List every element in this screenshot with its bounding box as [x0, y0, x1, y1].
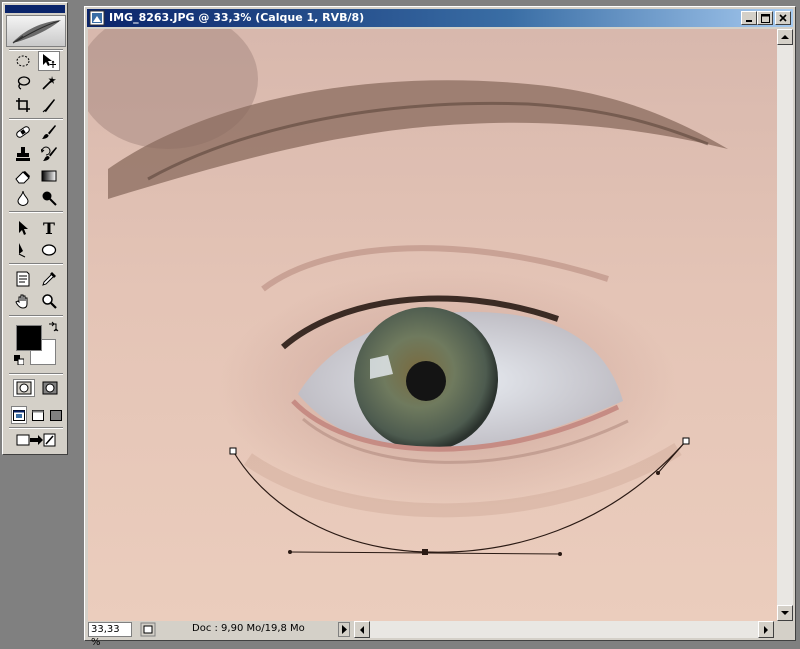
toolbox-separator: [9, 427, 63, 429]
eraser-tool[interactable]: [12, 166, 34, 186]
full-screen-menu-button[interactable]: [30, 406, 46, 424]
minimize-icon: [746, 20, 752, 22]
bandage-icon: [16, 126, 30, 138]
full-screen-menu-icon: [32, 409, 44, 421]
type-icon: T: [43, 218, 55, 238]
toolbox-separator: [9, 211, 63, 213]
crop-icon: [16, 98, 30, 112]
toolbox-titlebar[interactable]: [5, 5, 65, 13]
arrow-icon: [19, 221, 28, 235]
toolbox-separator: [9, 263, 63, 265]
scroll-down-icon: [781, 611, 789, 615]
hand-icon: [15, 294, 28, 309]
dodge-tool[interactable]: [38, 188, 60, 208]
eyedropper-tool[interactable]: [38, 269, 60, 289]
toolbox-separator: [9, 315, 63, 317]
document-window: IMG_8263.JPG @ 33,3% (Calque 1, RVB/8) 3…: [84, 6, 796, 648]
scroll-left-button[interactable]: [354, 621, 370, 638]
pen-icon: [18, 243, 26, 258]
gradient-icon: [41, 170, 57, 182]
maximize-button[interactable]: [757, 11, 773, 25]
lasso-tool[interactable]: [12, 73, 34, 93]
quick-mask-button[interactable]: [39, 379, 61, 397]
hand-tool[interactable]: [12, 291, 34, 311]
healing-tool[interactable]: [12, 122, 34, 142]
status-bar: 33,33 % Doc : 9,90 Mo/19,8 Mo: [88, 621, 776, 648]
notes-tool[interactable]: [12, 269, 34, 289]
vertical-scrollbar[interactable]: [777, 29, 793, 621]
blur-tool[interactable]: [12, 188, 34, 208]
slice-tool[interactable]: [38, 95, 60, 115]
dodge-icon: [42, 191, 57, 206]
document-titlebar[interactable]: IMG_8263.JPG @ 33,3% (Calque 1, RVB/8): [87, 9, 793, 27]
image-canvas[interactable]: [88, 29, 778, 621]
jump-to-imageready-icon: [16, 433, 56, 447]
zoom-tool[interactable]: [38, 291, 60, 311]
swap-colors-icon[interactable]: [47, 321, 59, 333]
quick-mask-icon: [42, 381, 58, 395]
pen-tool[interactable]: [12, 240, 34, 260]
eraser-icon: [15, 171, 30, 184]
lasso-icon: [17, 76, 31, 90]
full-screen-icon: [50, 409, 62, 421]
close-button[interactable]: [775, 11, 791, 25]
shape-tool[interactable]: [38, 240, 60, 260]
type-tool[interactable]: T: [38, 218, 60, 238]
ellipse-marquee-icon: [16, 55, 30, 67]
scroll-up-icon: [781, 35, 789, 39]
move-icon: [43, 54, 56, 68]
toolbox-separator: [9, 118, 63, 120]
standard-screen-icon: [13, 409, 25, 421]
marquee-tool[interactable]: [12, 51, 34, 71]
toolbox-separator: [9, 373, 63, 375]
standard-mode-button[interactable]: [13, 379, 35, 397]
minimize-button[interactable]: [741, 11, 757, 25]
foreground-color-swatch[interactable]: [16, 325, 42, 351]
crop-tool[interactable]: [12, 95, 34, 115]
magic-wand-icon: [42, 76, 56, 90]
scroll-right-icon: [764, 625, 768, 634]
scroll-left-icon: [360, 625, 364, 634]
document-title: IMG_8263.JPG @ 33,3% (Calque 1, RVB/8): [109, 11, 365, 24]
brush-icon: [42, 125, 56, 139]
eye-photo: [88, 29, 778, 621]
move-tool[interactable]: [38, 51, 60, 71]
zoom-level-field[interactable]: 33,33 %: [88, 622, 132, 648]
ellipse-shape-icon: [41, 244, 57, 256]
standard-screen-button[interactable]: [11, 406, 27, 424]
stamp-icon: [16, 147, 30, 161]
path-selection-tool[interactable]: [12, 218, 34, 238]
default-colors-icon[interactable]: [14, 355, 24, 365]
toolbox-palette: T: [2, 2, 68, 455]
scroll-up-button[interactable]: [777, 29, 793, 45]
document-status-icon[interactable]: [140, 622, 156, 637]
full-screen-button[interactable]: [48, 406, 64, 424]
jump-to-imageready-button[interactable]: [13, 431, 59, 449]
brush-tool[interactable]: [38, 122, 60, 142]
close-icon: [779, 14, 787, 22]
history-brush-tool[interactable]: [38, 144, 60, 164]
scroll-down-button[interactable]: [777, 605, 793, 621]
magic-wand-tool[interactable]: [38, 73, 60, 93]
status-menu-arrow-icon[interactable]: [338, 622, 350, 637]
magnifier-icon: [42, 294, 57, 309]
slice-icon: [42, 99, 55, 113]
eyedropper-icon: [42, 272, 56, 286]
history-brush-icon: [41, 146, 57, 161]
drop-icon: [17, 190, 29, 206]
note-icon: [16, 271, 30, 287]
resize-corner[interactable]: [777, 621, 793, 638]
standard-mode-icon: [16, 381, 32, 395]
maximize-icon: [760, 13, 770, 23]
horizontal-scrollbar[interactable]: [354, 621, 774, 638]
scroll-right-button[interactable]: [758, 621, 774, 638]
photoshop-document-icon[interactable]: [89, 10, 105, 26]
document-size-info: Doc : 9,90 Mo/19,8 Mo: [192, 623, 305, 634]
stamp-tool[interactable]: [12, 144, 34, 164]
gradient-tool[interactable]: [38, 166, 60, 186]
adobe-feather-logo[interactable]: [6, 15, 66, 47]
